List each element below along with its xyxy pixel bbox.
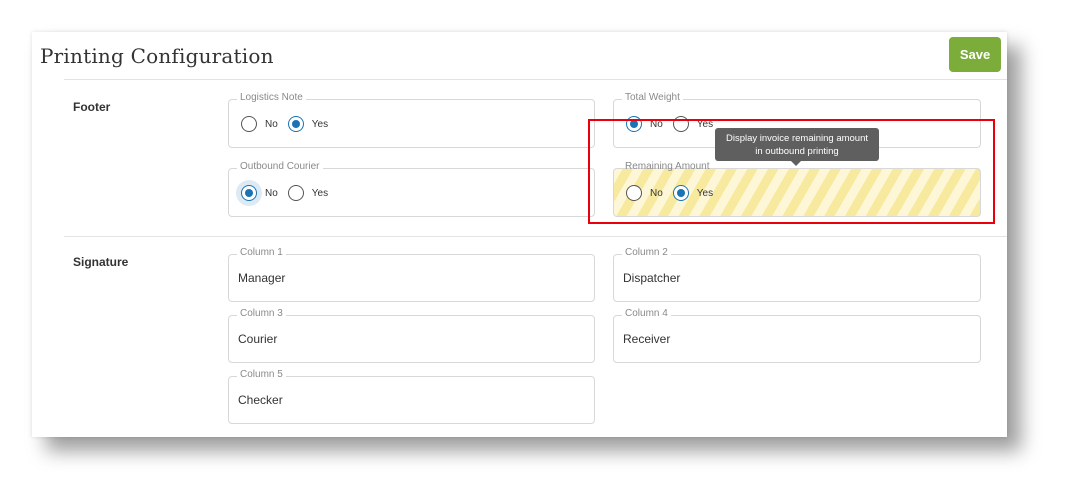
column-1-legend: Column 1: [237, 247, 286, 258]
logistics-note-legend: Logistics Note: [237, 92, 306, 103]
radio-checked-icon: [241, 185, 257, 201]
logistics-note-yes-radio[interactable]: Yes: [287, 116, 329, 132]
radio-label: No: [265, 118, 278, 130]
radio-label: No: [265, 187, 278, 199]
radio-label: Yes: [311, 118, 329, 130]
column-5-field[interactable]: Column 5 Checker: [228, 369, 595, 424]
column-2-legend: Column 2: [622, 247, 671, 258]
outbound-courier-yes-radio[interactable]: Yes: [287, 185, 329, 201]
config-card: Printing Configuration Save Footer Logis…: [32, 32, 1007, 437]
column-3-value: Courier: [238, 332, 278, 346]
header-divider: [64, 79, 1007, 80]
column-5-legend: Column 5: [237, 369, 286, 380]
outbound-courier-no-radio[interactable]: No: [241, 185, 278, 201]
footer-section-label: Footer: [73, 100, 111, 114]
page-title: Printing Configuration: [40, 44, 274, 68]
column-3-field[interactable]: Column 3 Courier: [228, 308, 595, 363]
radio-unchecked-icon: [241, 116, 257, 132]
column-2-field[interactable]: Column 2 Dispatcher: [613, 247, 981, 302]
column-4-field[interactable]: Column 4 Receiver: [613, 308, 981, 363]
column-4-value: Receiver: [623, 332, 671, 346]
outbound-courier-field: Outbound Courier No Yes: [228, 161, 595, 217]
tooltip-line-1: Display invoice remaining amount: [725, 132, 869, 144]
column-4-legend: Column 4: [622, 308, 671, 319]
total-weight-legend: Total Weight: [622, 92, 683, 103]
column-1-field[interactable]: Column 1 Manager: [228, 247, 595, 302]
save-button[interactable]: Save: [949, 37, 1001, 72]
outbound-courier-legend: Outbound Courier: [237, 161, 323, 172]
section-divider: [64, 236, 1007, 237]
column-5-value: Checker: [238, 393, 283, 407]
column-3-legend: Column 3: [237, 308, 286, 319]
logistics-note-no-radio[interactable]: No: [241, 116, 278, 132]
tooltip-line-2: in outbound printing: [755, 145, 839, 157]
column-1-value: Manager: [238, 271, 286, 285]
signature-section-label: Signature: [73, 255, 129, 269]
column-2-value: Dispatcher: [623, 271, 681, 285]
radio-unchecked-icon: [287, 185, 304, 201]
remaining-amount-tooltip: Display invoice remaining amount in outb…: [715, 128, 879, 166]
logistics-note-field: Logistics Note No Yes: [228, 92, 595, 148]
radio-label: Yes: [311, 187, 329, 199]
radio-checked-icon: [287, 116, 304, 132]
